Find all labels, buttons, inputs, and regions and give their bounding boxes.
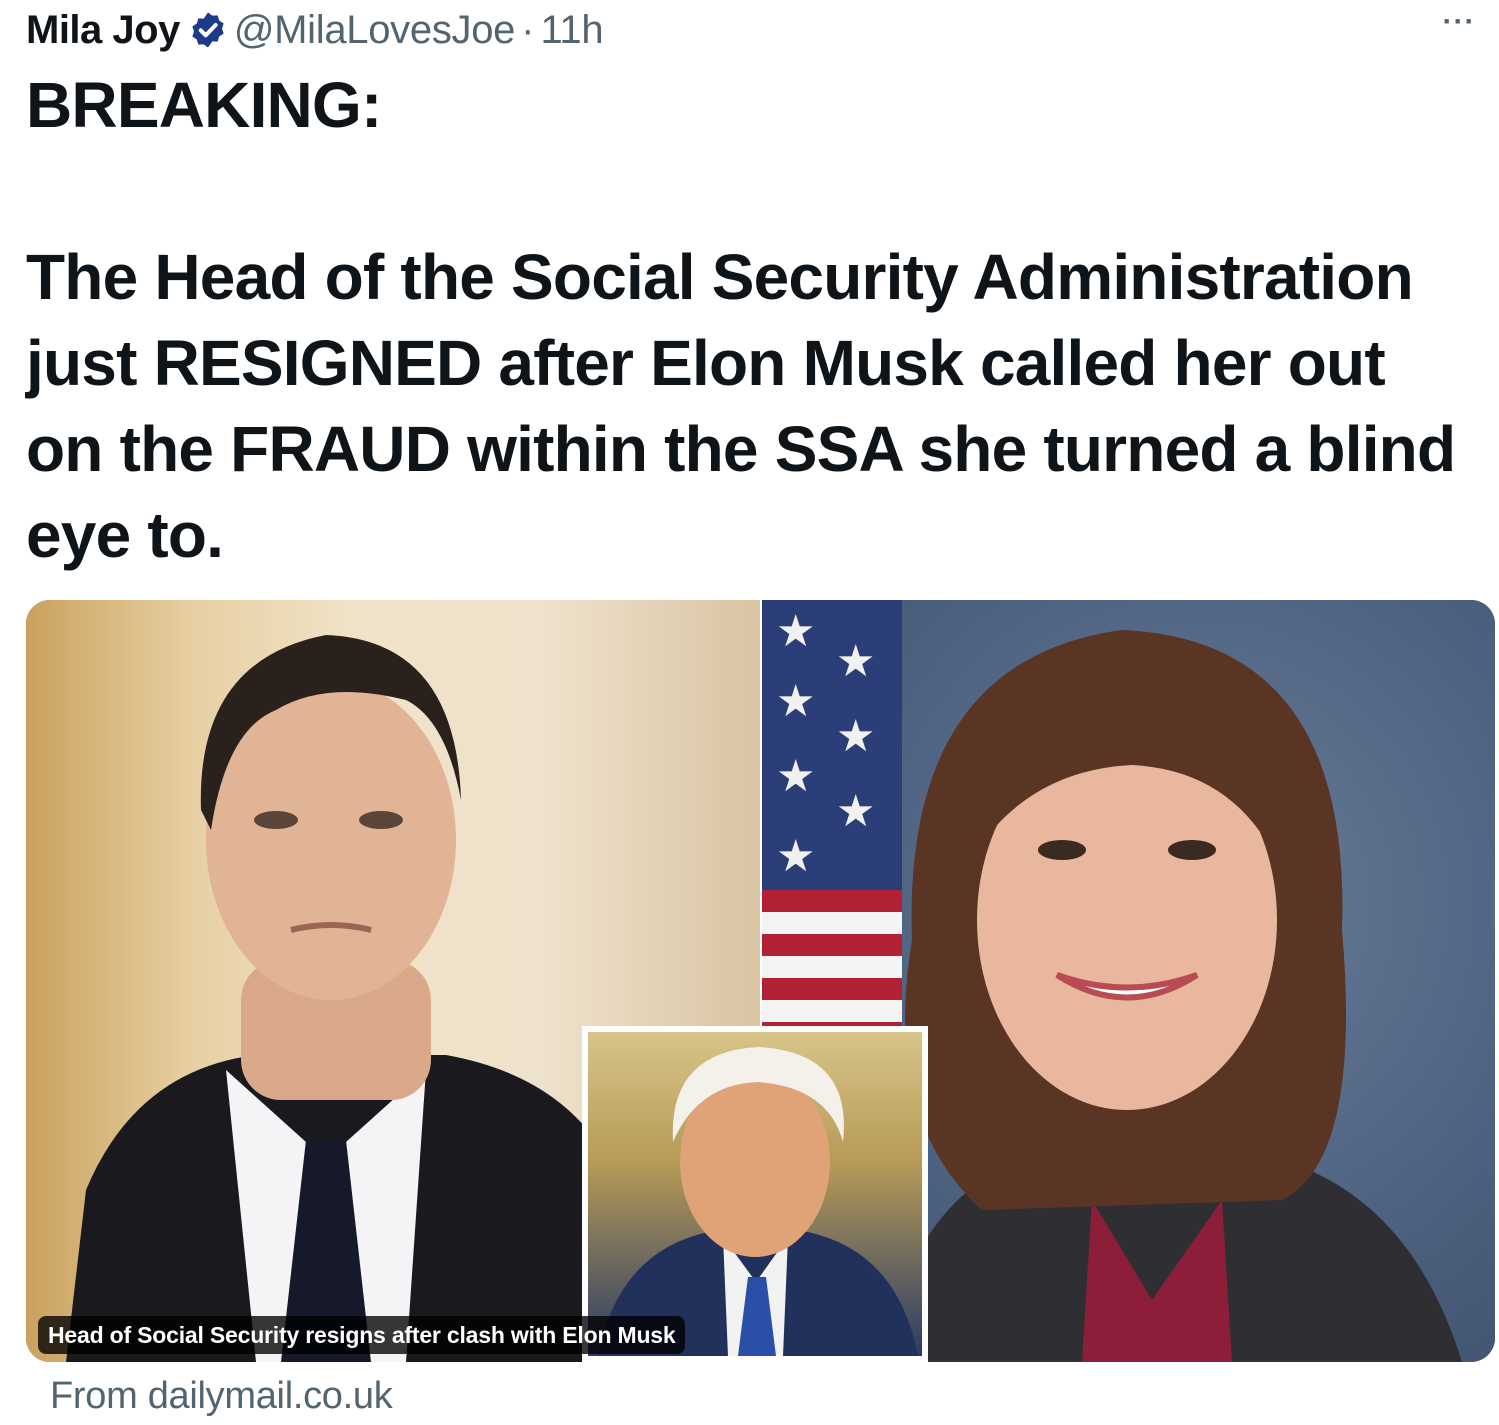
media-caption: Head of Social Security resigns after cl… — [38, 1316, 686, 1354]
inset-photo — [582, 1026, 928, 1362]
tweet-timestamp[interactable]: 11h — [540, 6, 603, 54]
inset-man-portrait-illustration — [598, 1047, 918, 1356]
tweet-header: Mila Joy @MilaLovesJoe · 11h — [26, 4, 604, 56]
link-source[interactable]: From dailymail.co.uk — [50, 1370, 393, 1422]
media-card[interactable]: ★ ★ ★ ★ ★ ★ ★ Head of Social Security re… — [26, 600, 1495, 1362]
author-handle[interactable]: @MilaLovesJoe — [234, 6, 516, 54]
more-options-icon[interactable]: ··· — [1435, 2, 1483, 42]
author-name[interactable]: Mila Joy — [26, 6, 180, 54]
verified-badge-icon — [192, 12, 224, 48]
header-separator: · — [521, 8, 535, 52]
tweet-text: BREAKING: The Head of the Social Securit… — [26, 69, 1456, 571]
